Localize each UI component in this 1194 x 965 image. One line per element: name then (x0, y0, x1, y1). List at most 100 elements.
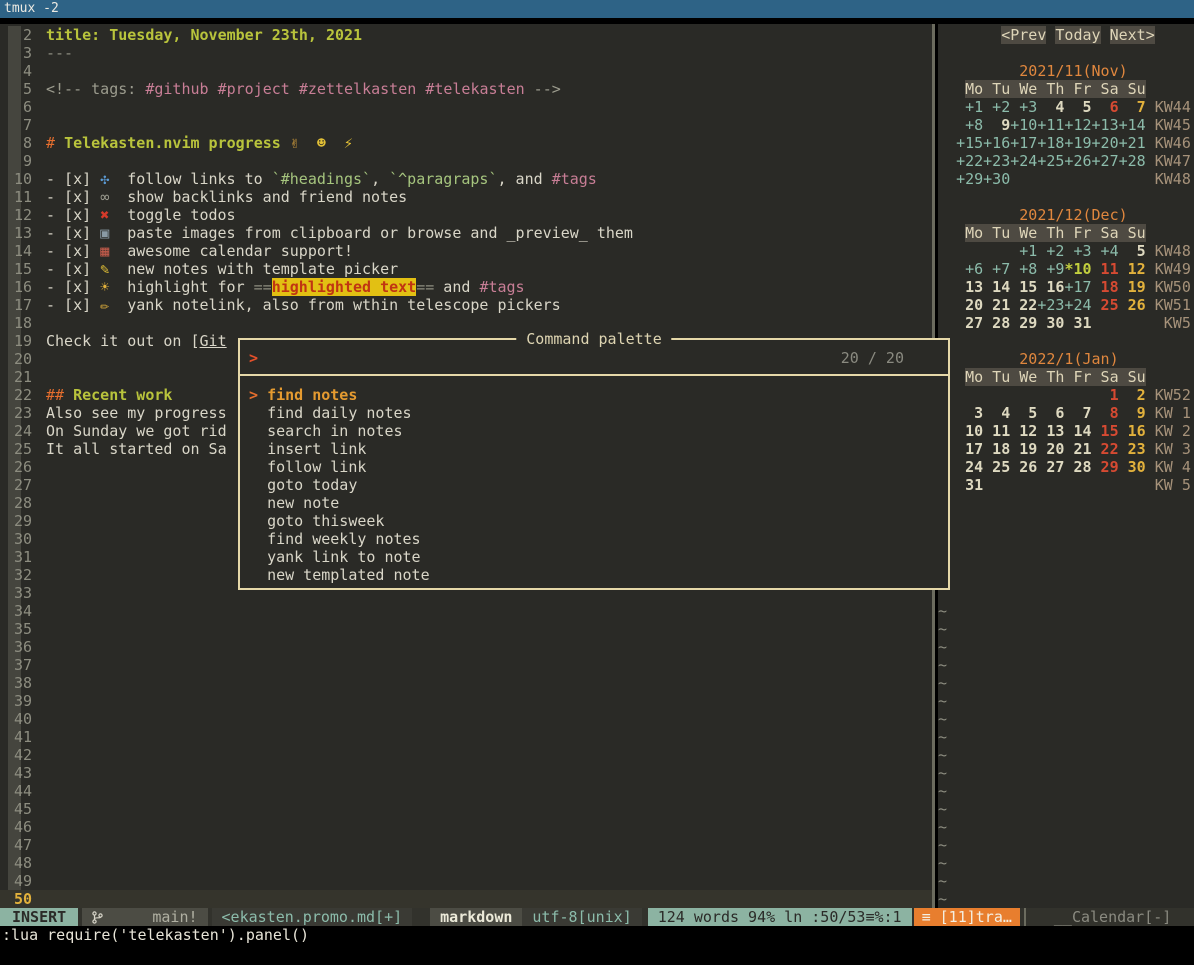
editor-line[interactable]: 3--- (0, 44, 932, 62)
editor-line[interactable]: 13- [x] ▣ paste images from clipboard or… (0, 224, 932, 242)
line-number: 18 (0, 314, 46, 332)
text-segment: 23 (1119, 440, 1146, 458)
editor-line[interactable]: 45 (0, 800, 932, 818)
caret-spacer (249, 422, 267, 440)
calendar-week-row[interactable]: +8 9+10+11+12+13+14 KW45 (938, 116, 1194, 134)
text-segment: KW48 (1146, 170, 1191, 188)
month-title: 2021/12(Dec) (938, 206, 1194, 224)
palette-item[interactable]: search in notes (240, 422, 948, 440)
editor-line[interactable]: 47 (0, 836, 932, 854)
editor-line[interactable]: 12- [x] ✖ toggle todos (0, 206, 932, 224)
text-segment (956, 242, 1010, 260)
palette-item[interactable]: new note (240, 494, 948, 512)
editor-line[interactable]: 42 (0, 746, 932, 764)
editor-line[interactable]: 11- [x] ∞ show backlinks and friend note… (0, 188, 932, 206)
text-segment: toggle todos (118, 206, 235, 224)
calendar-week-row[interactable]: 1 2 KW52 (938, 386, 1194, 404)
editor-line[interactable]: 6 (0, 98, 932, 116)
editor-line[interactable]: 17- [x] ✏ yank notelink, also from wthin… (0, 296, 932, 314)
calendar-week-row[interactable]: 10 11 12 13 14 15 16 KW 2 (938, 422, 1194, 440)
palette-item[interactable]: insert link (240, 440, 948, 458)
palette-item[interactable]: goto thisweek (240, 512, 948, 530)
month-title-text: 2022/1(Jan) (1019, 350, 1118, 368)
footprints-icon: ✣ (100, 170, 118, 188)
palette-item-label: yank link to note (267, 548, 421, 566)
editor-line[interactable]: 2title: Tuesday, November 23th, 2021 (0, 26, 932, 44)
editor-line[interactable]: 18 (0, 314, 932, 332)
editor-line[interactable]: 9 (0, 152, 932, 170)
editor-line[interactable]: 43 (0, 764, 932, 782)
calendar-week-row[interactable]: +6 +7 +8 +9*10 11 12 KW49 (938, 260, 1194, 278)
command-palette: Command palette > 20 / 20 > find notes f… (238, 338, 950, 590)
empty-line-tilde: ~ (938, 854, 1194, 872)
calendar-pane[interactable]: <Prev Today Next> 2021/11(Nov) Mo Tu We … (938, 24, 1194, 908)
calendar-week-row[interactable]: 31 KW 5 (938, 476, 1194, 494)
palette-item[interactable]: new templated note (240, 566, 948, 584)
text-segment: Check it out on [ (46, 332, 200, 350)
editor-line[interactable]: 8# Telekasten.nvim progress ✌ ☻ ⚡ (0, 134, 932, 152)
text-segment (938, 62, 1019, 80)
palette-item[interactable]: goto today (240, 476, 948, 494)
calendar-week-row[interactable]: 13 14 15 16+17 18 19 KW50 (938, 278, 1194, 296)
calendar-week-row[interactable]: +22+23+24+25+26+27+28 KW47 (938, 152, 1194, 170)
text-segment: #zettelkasten (299, 80, 416, 98)
calendar-week-row[interactable]: 20 21 22+23+24 25 26 KW51 (938, 296, 1194, 314)
editor-line[interactable]: 41 (0, 728, 932, 746)
calendar-week-row[interactable]: 24 25 26 27 28 29 30 KW 4 (938, 458, 1194, 476)
text-segment: 22 (1092, 440, 1119, 458)
editor-line[interactable]: 35 (0, 620, 932, 638)
editor-line[interactable]: 46 (0, 818, 932, 836)
editor-line[interactable]: 39 (0, 692, 932, 710)
text-segment: KW52 (1146, 386, 1191, 404)
text-segment: KW49 (1146, 260, 1191, 278)
editor-line[interactable]: 44 (0, 782, 932, 800)
empty-line-tilde: ~ (938, 656, 1194, 674)
calendar-week-row[interactable]: +15+16+17+18+19+20+21 KW46 (938, 134, 1194, 152)
editor-line[interactable]: 37 (0, 656, 932, 674)
editor-line[interactable]: 14- [x] ▦ awesome calendar support! (0, 242, 932, 260)
palette-item-label: goto thisweek (267, 512, 384, 530)
prev-button[interactable]: <Prev (1001, 26, 1046, 44)
text-segment: 26 (1119, 296, 1146, 314)
line-number: 9 (0, 152, 46, 170)
editor-line[interactable]: 16- [x] ☀ highlight for ==highlighted te… (0, 278, 932, 296)
editor-line[interactable]: 34 (0, 602, 932, 620)
mode-line: -- INSERT -- 1,3 All (0, 944, 1194, 962)
command-line[interactable]: :lua require('telekasten').panel() (0, 926, 1194, 944)
line-number: 15 (0, 260, 46, 278)
calendar-week-row[interactable]: +29+30 KW48 (938, 170, 1194, 188)
palette-item[interactable]: find daily notes (240, 404, 948, 422)
today-button[interactable]: Today (1055, 26, 1100, 44)
editor-line[interactable]: 10- [x] ✣ follow links to `#headings`, `… (0, 170, 932, 188)
editor-line[interactable]: 15- [x] ✎ new notes with template picker (0, 260, 932, 278)
palette-prompt-row[interactable]: > 20 / 20 (240, 348, 948, 368)
editor-line[interactable]: 4 (0, 62, 932, 80)
calendar-icon: ▦ (100, 242, 118, 260)
text-segment: 11 (1092, 260, 1119, 278)
text-segment: # (46, 134, 64, 152)
editor-line[interactable]: 7 (0, 116, 932, 134)
mode-indicator: INSERT (0, 908, 78, 926)
calendar-week-row[interactable]: +1 +2 +3 +4 5 KW48 (938, 242, 1194, 260)
text-segment (938, 98, 956, 116)
text-segment: and (434, 278, 479, 296)
text-segment (938, 260, 956, 278)
editor-line[interactable]: 38 (0, 674, 932, 692)
next-button[interactable]: Next> (1110, 26, 1155, 44)
editor-line[interactable]: 5<!-- tags: #github #project #zettelkast… (0, 80, 932, 98)
line-number: 43 (0, 764, 46, 782)
calendar-week-row[interactable]: 27 28 29 30 31 KW5 (938, 314, 1194, 332)
palette-item[interactable]: follow link (240, 458, 948, 476)
cross-icon: ✖ (100, 206, 118, 224)
editor-line[interactable]: 48 (0, 854, 932, 872)
calendar-week-row[interactable]: 3 4 5 6 7 8 9 KW 1 (938, 404, 1194, 422)
editor-line[interactable]: 40 (0, 710, 932, 728)
calendar-week-row[interactable]: +1 +2 +3 4 5 6 7 KW44 (938, 98, 1194, 116)
editor-line[interactable]: 36 (0, 638, 932, 656)
calendar-week-row[interactable]: 17 18 19 20 21 22 23 KW 3 (938, 440, 1194, 458)
palette-item[interactable]: find weekly notes (240, 530, 948, 548)
palette-item[interactable]: yank link to note (240, 548, 948, 566)
caret-spacer (249, 530, 267, 548)
palette-item[interactable]: > find notes (240, 386, 948, 404)
text-segment: ~ (938, 746, 947, 764)
